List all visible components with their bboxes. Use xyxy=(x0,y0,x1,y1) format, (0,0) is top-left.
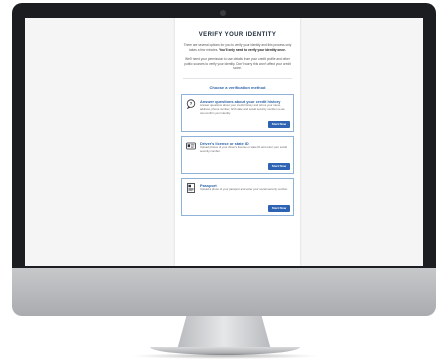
start-now-button[interactable]: Start Now xyxy=(268,120,290,128)
imac-monitor: VERIFY YOUR IDENTITY There are several o… xyxy=(12,3,436,316)
page-title: VERIFY YOUR IDENTITY xyxy=(198,32,277,38)
stand-shadow xyxy=(130,353,320,359)
intro-text-1-bold: You'll only need to verify your identity… xyxy=(219,47,286,52)
id-card-icon xyxy=(186,141,196,151)
monitor-screen: VERIFY YOUR IDENTITY There are several o… xyxy=(25,18,423,266)
option-description: Upload photos of your driver's license o… xyxy=(200,144,287,153)
divider xyxy=(183,77,292,79)
monitor-stand xyxy=(177,316,271,350)
monitor-bezel: VERIFY YOUR IDENTITY There are several o… xyxy=(12,3,436,268)
verify-identity-card: VERIFY YOUR IDENTITY There are several o… xyxy=(175,18,300,266)
monitor-chin xyxy=(12,268,436,316)
passport-icon xyxy=(186,183,196,193)
intro-paragraph-2: We'll need your permission to use detail… xyxy=(184,57,291,71)
intro-paragraph-1: There are several options for you to ver… xyxy=(181,43,294,52)
option-credit-history[interactable]: ? Answer questions about your credit his… xyxy=(181,93,294,132)
question-bubble-icon: ? xyxy=(186,99,196,109)
option-description: Upload a photo of your passport and ente… xyxy=(200,186,288,191)
option-passport[interactable]: Passport Upload a photo of your passport… xyxy=(181,177,294,216)
option-description: Answer questions about your credit histo… xyxy=(200,102,285,115)
camera-icon xyxy=(220,10,226,16)
start-now-button[interactable]: Start Now xyxy=(268,204,290,212)
svg-text:?: ? xyxy=(190,101,193,106)
option-drivers-license[interactable]: Driver's license or state ID Upload phot… xyxy=(181,135,294,174)
start-now-button[interactable]: Start Now xyxy=(268,162,290,170)
choose-method-heading: Choose a verification method xyxy=(209,84,266,90)
